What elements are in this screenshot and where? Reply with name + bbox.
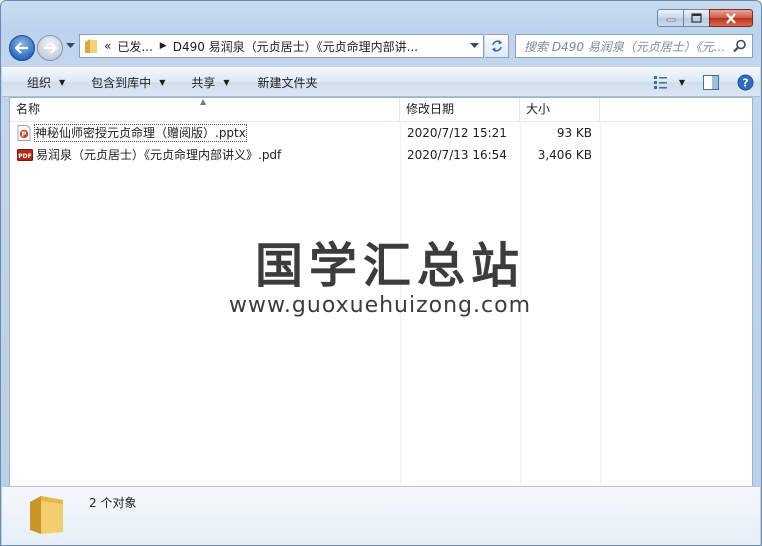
- maximize-icon: [691, 13, 702, 23]
- preview-pane-button[interactable]: [703, 74, 719, 90]
- watermark-url: www.guoxuehuizong.com: [228, 293, 532, 318]
- svg-text:P: P: [21, 131, 26, 139]
- maximize-button[interactable]: [683, 9, 710, 27]
- forward-button[interactable]: [37, 35, 63, 61]
- recent-pages-dropdown-icon[interactable]: [66, 43, 75, 49]
- share-button[interactable]: 共享 ▼: [182, 69, 238, 95]
- column-header-size[interactable]: 大小: [520, 98, 600, 121]
- explorer-window: « 已发... ▶ D490 易润泉（元贞居士）《元贞命理内部讲... 组织 ▼: [0, 0, 762, 546]
- column-header-name[interactable]: 名称 ▲: [10, 98, 400, 121]
- breadcrumb-overflow[interactable]: «: [104, 39, 111, 53]
- organize-label: 组织: [27, 75, 52, 90]
- file-size: 93 KB: [556, 126, 592, 140]
- watermark-title: 国学汇总站: [254, 238, 525, 294]
- file-row[interactable]: P 神秘仙师密授元贞命理（赠阅版）.pptx 2020/7/12 15:21 9…: [10, 122, 752, 144]
- new-folder-label: 新建文件夹: [257, 75, 318, 90]
- address-bar[interactable]: « 已发... ▶ D490 易润泉（元贞居士）《元贞命理内部讲...: [79, 34, 484, 58]
- details-pane: 2 个对象: [2, 486, 760, 545]
- file-name-cell: PDF 易润泉（元贞居士）《元贞命理内部讲义》.pdf: [17, 144, 281, 166]
- new-folder-button[interactable]: 新建文件夹: [249, 69, 327, 95]
- arrow-right-icon: [44, 42, 57, 54]
- minimize-button[interactable]: [657, 9, 684, 27]
- sort-ascending-icon: ▲: [200, 97, 207, 106]
- file-list-pane: 名称 ▲ 修改日期 大小 P 神秘仙师密授元贞命理（赠阅版）.pptx 2020…: [9, 97, 753, 487]
- back-button[interactable]: [9, 35, 35, 61]
- arrow-left-icon: [15, 42, 28, 54]
- close-button[interactable]: [709, 9, 753, 27]
- search-icon[interactable]: [733, 39, 747, 53]
- item-count: 2 个对象: [89, 496, 137, 510]
- breadcrumb-separator-icon[interactable]: ▶: [160, 41, 167, 51]
- breadcrumb-item-parent[interactable]: 已发...: [117, 38, 152, 55]
- navigation-bar: « 已发... ▶ D490 易润泉（元贞居士）《元贞命理内部讲...: [9, 34, 753, 61]
- chevron-down-icon: [469, 43, 479, 48]
- svg-text:?: ?: [742, 76, 748, 89]
- preview-pane-icon: [703, 74, 719, 90]
- refresh-icon: [491, 40, 502, 52]
- share-label: 共享: [191, 75, 216, 90]
- file-name-cell: P 神秘仙师密授元贞命理（赠阅版）.pptx: [17, 122, 247, 144]
- help-icon: ?: [737, 74, 754, 90]
- file-modified: 2020/7/13 16:54: [407, 148, 507, 162]
- column-name-label: 名称: [16, 102, 41, 116]
- organize-button[interactable]: 组织 ▼: [18, 69, 74, 95]
- folder-icon: [30, 496, 63, 534]
- search-input[interactable]: [522, 37, 726, 57]
- column-size-label: 大小: [526, 102, 551, 116]
- refresh-button[interactable]: [485, 34, 509, 58]
- view-list-icon: [653, 76, 667, 89]
- help-button[interactable]: ?: [737, 74, 754, 91]
- pdf-file-icon: PDF: [17, 149, 33, 161]
- folder-icon: [85, 39, 97, 53]
- include-in-library-label: 包含到库中: [91, 75, 152, 90]
- file-name[interactable]: 神秘仙师密授元贞命理（赠阅版）.pptx: [34, 124, 247, 142]
- caption-buttons: [657, 9, 753, 27]
- file-row[interactable]: PDF 易润泉（元贞居士）《元贞命理内部讲义》.pdf 2020/7/13 16…: [10, 144, 752, 166]
- include-in-library-button[interactable]: 包含到库中 ▼: [82, 69, 174, 95]
- search-box[interactable]: [515, 34, 753, 58]
- view-controls: ▼ ?: [643, 68, 754, 96]
- address-history-button[interactable]: [465, 35, 483, 57]
- svg-text:PDF: PDF: [18, 153, 31, 160]
- column-header: 名称 ▲ 修改日期 大小: [10, 98, 752, 122]
- breadcrumb-item-current[interactable]: D490 易润泉（元贞居士）《元贞命理内部讲...: [173, 38, 418, 55]
- chevron-down-icon: ▼: [223, 77, 230, 87]
- change-view-button[interactable]: ▼: [653, 75, 685, 89]
- column-modified-label: 修改日期: [406, 102, 455, 116]
- column-header-modified[interactable]: 修改日期: [400, 98, 520, 121]
- file-size: 3,406 KB: [537, 148, 592, 162]
- command-bar: 组织 ▼ 包含到库中 ▼ 共享 ▼ 新建文件夹 ▼ ?: [2, 67, 760, 97]
- file-modified: 2020/7/12 15:21: [407, 126, 507, 140]
- chevron-down-icon: ▼: [159, 77, 166, 87]
- minimize-icon: [666, 18, 675, 22]
- close-icon: [726, 12, 736, 24]
- powerpoint-file-icon: P: [17, 125, 31, 141]
- column-divider: [600, 121, 601, 487]
- chevron-down-icon: ▼: [59, 77, 66, 87]
- chevron-down-icon[interactable]: ▼: [679, 78, 685, 87]
- file-name[interactable]: 易润泉（元贞居士）《元贞命理内部讲义》.pdf: [36, 144, 281, 166]
